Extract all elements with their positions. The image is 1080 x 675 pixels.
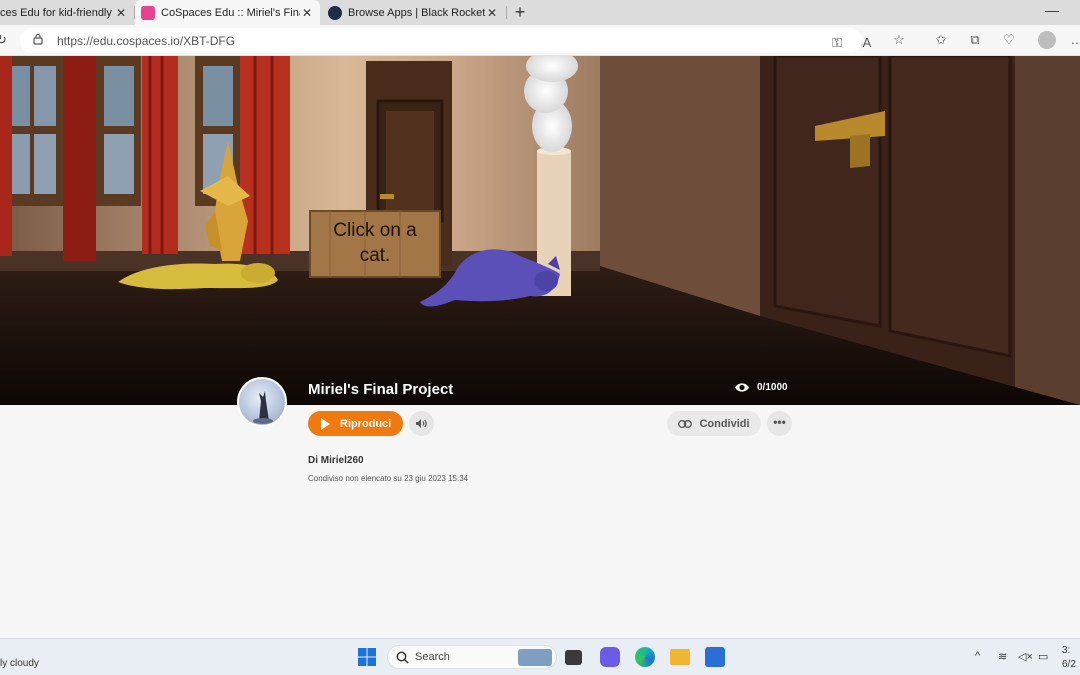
view-counter: 0/1000 xyxy=(734,382,788,393)
sign-line-2: cat. xyxy=(359,245,391,266)
play-button[interactable]: Riproduci xyxy=(308,411,403,436)
system-clock[interactable]: 3: 6/2 xyxy=(1062,644,1076,672)
tab-label: ces Edu for kid-friendly 3D xyxy=(0,6,114,19)
read-aloud-icon[interactable]: A xyxy=(858,35,876,50)
tab-black-rocket[interactable]: Browse Apps | Black Rocket Arcad ✕ xyxy=(322,0,505,25)
key-icon[interactable]: ⚿ xyxy=(828,35,846,51)
author-avatar[interactable] xyxy=(237,377,287,427)
microsoft-store-icon[interactable] xyxy=(705,647,725,667)
speaker-icon xyxy=(416,419,427,428)
close-icon[interactable]: ✕ xyxy=(485,6,499,20)
search-label: Search xyxy=(415,651,450,663)
close-icon[interactable]: ✕ xyxy=(300,6,314,20)
scene-viewport[interactable]: Click on a cat. xyxy=(0,56,1080,405)
volume-muted-icon[interactable]: ◁× xyxy=(1018,650,1033,663)
link-icon xyxy=(678,419,693,428)
scene-render xyxy=(0,56,1080,405)
url-text: https://edu.cospaces.io/XBT-DFG xyxy=(57,34,236,48)
favorites-icon[interactable]: ✩ xyxy=(932,32,950,48)
favorite-star-icon[interactable]: ☆ xyxy=(890,32,908,48)
battery-icon[interactable]: ▭ xyxy=(1038,650,1048,663)
sound-button[interactable] xyxy=(409,411,434,436)
file-explorer-icon[interactable] xyxy=(670,649,690,665)
search-highlight-icon xyxy=(518,649,552,666)
show-hidden-icons-icon[interactable]: ^ xyxy=(975,650,980,662)
address-bar: ↻ https://edu.cospaces.io/XBT-DFG ⚿ A ☆ … xyxy=(0,25,1080,56)
tab-miriel-final-project[interactable]: CoSpaces Edu :: Miriel's Final Pro ✕ xyxy=(135,0,320,25)
more-options-button[interactable]: ••• xyxy=(767,411,792,436)
play-label: Riproduci xyxy=(340,417,392,430)
profile-avatar-icon[interactable] xyxy=(1038,31,1056,49)
clock-time: 3: xyxy=(1062,645,1071,656)
tab-label: CoSpaces Edu :: Miriel's Final Pro xyxy=(161,6,300,19)
author-name[interactable]: Di Miriel260 xyxy=(308,455,364,466)
edge-browser-icon[interactable] xyxy=(635,647,655,667)
teams-chat-icon[interactable] xyxy=(600,647,620,667)
search-icon xyxy=(396,651,409,664)
tab-label: Browse Apps | Black Rocket Arcad xyxy=(348,6,485,19)
tab-divider xyxy=(506,6,507,19)
black-rocket-favicon-icon xyxy=(328,5,342,20)
browser-tab-bar: ces Edu for kid-friendly 3D ✕ CoSpaces E… xyxy=(0,0,1080,25)
clock-date: 6/2 xyxy=(1062,659,1076,670)
project-title: Miriel's Final Project xyxy=(308,381,454,398)
weather-widget[interactable]: ly cloudy xyxy=(0,658,39,669)
wifi-icon[interactable]: ≋ xyxy=(998,650,1007,663)
wolf-avatar-icon xyxy=(253,391,273,424)
refresh-icon[interactable]: ↻ xyxy=(0,32,7,48)
cospaces-favicon-icon xyxy=(141,5,155,20)
shared-info: Condiviso non elencato su 23 giu 2023 15… xyxy=(308,474,469,483)
tab-cospaces-edu[interactable]: ces Edu for kid-friendly 3D ✕ xyxy=(0,0,134,25)
view-count: 0/1000 xyxy=(757,382,788,393)
more-options-icon[interactable]: … xyxy=(1068,32,1080,47)
share-label: Condividi xyxy=(699,417,750,430)
sign-line-1: Click on a xyxy=(333,220,417,241)
collections-icon[interactable]: ⧉ xyxy=(966,32,984,48)
browser-essentials-icon[interactable]: ♡ xyxy=(1000,32,1018,48)
taskbar-search[interactable]: Search xyxy=(387,645,557,669)
minimize-button[interactable]: — xyxy=(1042,2,1062,18)
share-button[interactable]: Condividi xyxy=(667,411,761,436)
lock-icon[interactable] xyxy=(33,33,43,45)
play-icon xyxy=(321,417,330,430)
url-field[interactable]: https://edu.cospaces.io/XBT-DFG ⚿ A xyxy=(20,28,871,53)
task-view-icon[interactable] xyxy=(565,650,582,665)
windows-taskbar: ly cloudy Search ^ ≋ ◁× ▭ 3: 6/2 xyxy=(0,638,1080,675)
eye-icon xyxy=(735,383,749,392)
new-tab-button[interactable]: + xyxy=(510,2,530,22)
scene-sign[interactable]: Click on a cat. xyxy=(312,218,438,268)
windows-start-icon[interactable] xyxy=(357,647,377,667)
close-icon[interactable]: ✕ xyxy=(114,6,128,20)
